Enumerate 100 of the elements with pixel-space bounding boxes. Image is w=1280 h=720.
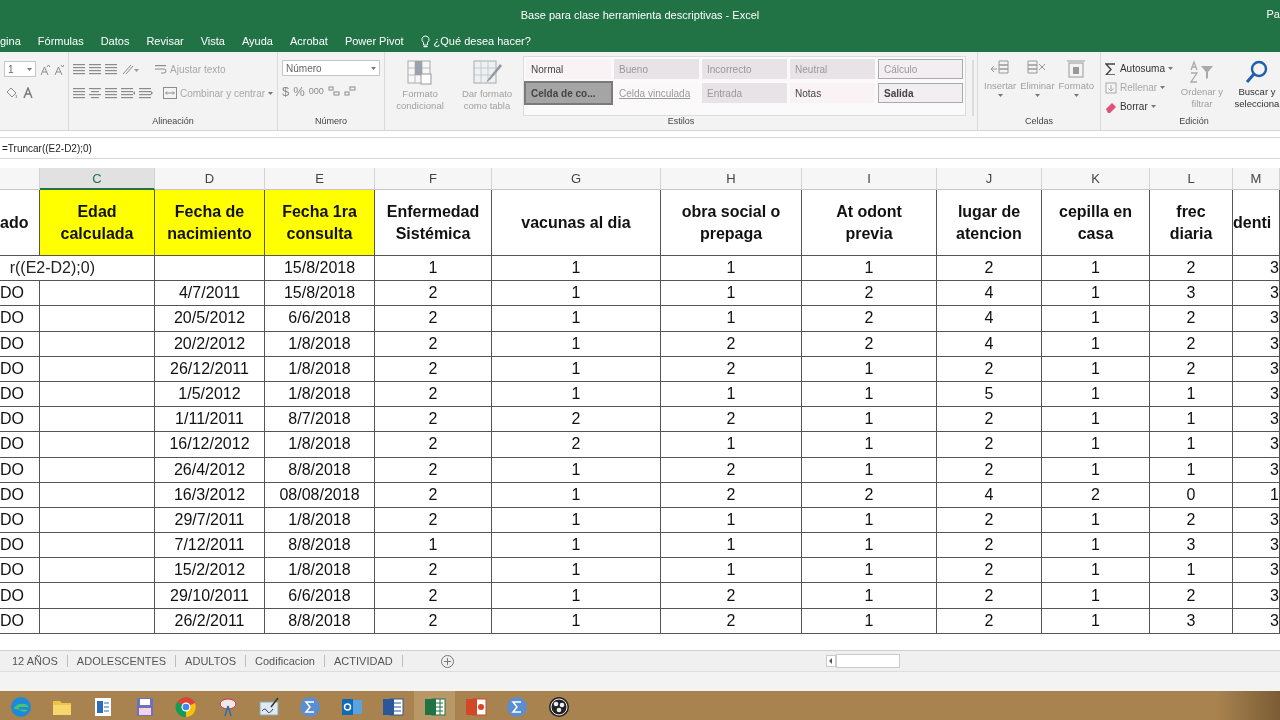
column-header[interactable]: H: [661, 168, 802, 190]
table-cell: 1: [802, 583, 937, 609]
scroll-left-icon[interactable]: [826, 655, 836, 667]
column-header[interactable]: F: [375, 168, 492, 190]
number-format-button[interactable]: %: [293, 83, 305, 99]
table-cell: 2: [375, 281, 492, 307]
cell-style-option[interactable]: Notas: [790, 83, 876, 103]
shrink-font-icon[interactable]: [54, 63, 64, 75]
column-header[interactable]: J: [937, 168, 1042, 190]
font-color-icon[interactable]: [22, 87, 34, 99]
align-top-icon[interactable]: [73, 63, 85, 75]
ribbon-tab[interactable]: Fórmulas: [37, 35, 84, 47]
table-cell: 1: [1042, 533, 1150, 559]
fill-color-icon[interactable]: [4, 87, 18, 99]
column-header[interactable]: D: [155, 168, 265, 190]
table-cell: 1: [492, 558, 661, 584]
merge-cells-icon: [163, 87, 177, 99]
sheet-tab[interactable]: ADOLESCENTES: [67, 655, 177, 667]
ribbon-tab[interactable]: Acrobat: [289, 35, 328, 47]
column-header[interactable]: E: [265, 168, 375, 190]
sigma-badge-icon: [506, 696, 529, 718]
font-size-field[interactable]: 1: [4, 61, 36, 77]
cell-editor[interactable]: r((E2-D2);0): [0, 256, 155, 282]
table-cell: 16/3/2012: [155, 482, 265, 508]
column-header[interactable]: [0, 168, 40, 190]
ribbon-tab[interactable]: Datos: [100, 35, 130, 47]
table-cell: 0: [1150, 482, 1233, 508]
table-cell: 1: [661, 432, 802, 458]
add-sheet-icon[interactable]: [440, 654, 454, 668]
column-header[interactable]: K: [1042, 168, 1150, 190]
increase-decimal-icon[interactable]: [327, 85, 340, 97]
table-cell: 1: [661, 558, 802, 584]
sheet-tab[interactable]: Codificacion: [246, 655, 325, 667]
align-bottom-icon[interactable]: [105, 63, 117, 75]
table-cell: 2: [1150, 306, 1233, 332]
table-cell: 1: [661, 306, 802, 332]
table-cell: 1: [492, 381, 661, 408]
column-header[interactable]: G: [492, 168, 661, 190]
caret-icon: [1167, 67, 1173, 70]
table-cell: 1: [802, 432, 937, 458]
table-cell: 1: [1042, 306, 1150, 332]
table-cell: 2: [1150, 356, 1233, 382]
table-cell: 3: [1233, 558, 1280, 584]
scrollbar-thumb[interactable]: [836, 654, 900, 668]
table-cell: 1: [802, 457, 937, 483]
ribbon-tab[interactable]: Power Pivot: [344, 35, 404, 47]
number-format-field[interactable]: Número: [282, 60, 381, 76]
table-cell: DO: [0, 457, 40, 483]
table-cell: 1: [802, 381, 937, 408]
cell-style-option[interactable]: Celda de co...: [526, 83, 612, 103]
table-cell: 2: [375, 306, 492, 332]
column-header[interactable]: M: [1233, 168, 1280, 190]
align-left-icon[interactable]: [73, 87, 85, 99]
caret-icon: [1150, 105, 1156, 108]
clear-button[interactable]: Borrar: [1104, 98, 1173, 115]
table-cell: 2: [375, 407, 492, 433]
sheet-tab[interactable]: ADULTOS: [176, 655, 247, 667]
cell-style-option[interactable]: Salida: [878, 83, 964, 103]
table-cell: 1/8/2018: [265, 356, 375, 382]
ribbon-tab[interactable]: Ayuda: [241, 35, 273, 47]
ribbon-tab[interactable]: Vista: [200, 35, 225, 47]
decrease-indent-icon[interactable]: [121, 87, 135, 99]
increase-indent-icon[interactable]: [139, 87, 153, 99]
autosum-button[interactable]: Autosuma: [1104, 60, 1173, 77]
align-middle-icon[interactable]: [89, 63, 101, 75]
tell-me-search[interactable]: ¿Qué desea hacer?: [420, 34, 531, 48]
table-cell: 2: [937, 608, 1042, 634]
table-cell: 4: [937, 281, 1042, 307]
table-cell: 20/2/2012: [155, 331, 265, 357]
table-cell: 26/2/2011: [155, 608, 265, 634]
column-header[interactable]: I: [802, 168, 937, 190]
number-format-button[interactable]: 000: [308, 86, 324, 96]
table-cell: DO: [0, 281, 40, 307]
table-cell: 1: [1042, 256, 1150, 282]
table-cell: 2: [1042, 482, 1150, 508]
table-cell: 1: [1042, 381, 1150, 408]
column-header[interactable]: C: [40, 168, 155, 190]
cell-format-icon: [1066, 60, 1087, 78]
table-cell: DO: [0, 608, 40, 634]
ribbon-tab[interactable]: gina: [0, 35, 21, 47]
table-cell: 2: [375, 507, 492, 534]
sheet-tab[interactable]: 12 AÑOS: [3, 655, 68, 667]
fill-down-icon: [1104, 81, 1117, 94]
table-cell: 1: [492, 256, 661, 282]
orientation-icon[interactable]: [121, 63, 139, 75]
grow-font-icon[interactable]: [40, 63, 50, 75]
sheet-tab[interactable]: ACTIVIDAD: [325, 655, 403, 667]
table-cell: 1: [1042, 281, 1150, 307]
table-cell: 1: [492, 331, 661, 357]
decrease-decimal-icon[interactable]: [343, 85, 356, 97]
cell-style-option[interactable]: Normal: [526, 59, 612, 79]
table-cell: 16/12/2012: [155, 432, 265, 458]
align-center-icon[interactable]: [89, 87, 101, 99]
header-cell: Fecha de nacimiento: [155, 190, 265, 256]
align-right-icon[interactable]: [105, 87, 117, 99]
caret-icon: [27, 67, 32, 71]
number-format-button[interactable]: $: [282, 83, 290, 99]
column-header[interactable]: L: [1150, 168, 1233, 190]
ribbon-tab[interactable]: Revisar: [146, 35, 184, 47]
find-select-button[interactable]: Buscar y selecciona: [1230, 60, 1280, 116]
